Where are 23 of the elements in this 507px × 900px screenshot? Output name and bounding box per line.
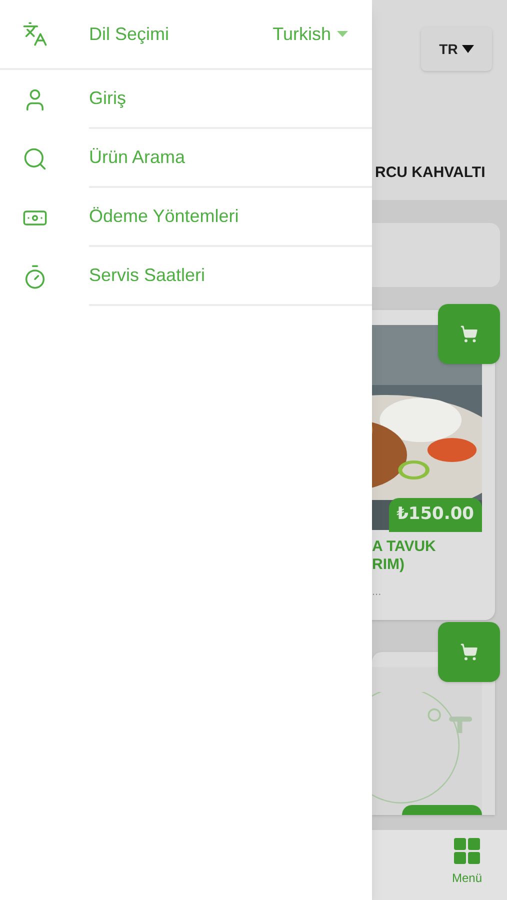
search-icon: [22, 146, 48, 172]
product-name: RIM): [372, 556, 406, 574]
product-name: A TAVUK: [372, 538, 437, 556]
add-to-cart-button[interactable]: [438, 622, 500, 682]
product-description: ...: [372, 585, 382, 600]
product-card[interactable]: [372, 652, 495, 815]
menu-item-label: Ürün Arama: [89, 146, 186, 169]
language-label: Dil Seçimi: [89, 22, 170, 46]
language-button[interactable]: TR: [421, 27, 492, 71]
caret-icon: [337, 31, 348, 37]
category-title: RCU KAHVALTI: [375, 163, 486, 183]
menu-item-label: Giriş: [89, 87, 126, 110]
cart-icon: [460, 325, 478, 343]
product-card[interactable]: ₺150.00 A TAVUK RIM) ...: [372, 310, 495, 620]
add-to-cart-button[interactable]: [438, 304, 500, 364]
grid-icon: [454, 838, 480, 864]
caret-icon: [462, 45, 474, 53]
menu-item-label: Ödeme Yöntemleri: [89, 205, 239, 228]
translate-icon: [22, 21, 48, 47]
cart-icon: [460, 643, 478, 661]
language-dropdown[interactable]: Turkish: [272, 20, 348, 48]
price-badge: ₺150.00: [388, 498, 482, 532]
menu-item-label: Servis Saatleri: [89, 264, 206, 287]
